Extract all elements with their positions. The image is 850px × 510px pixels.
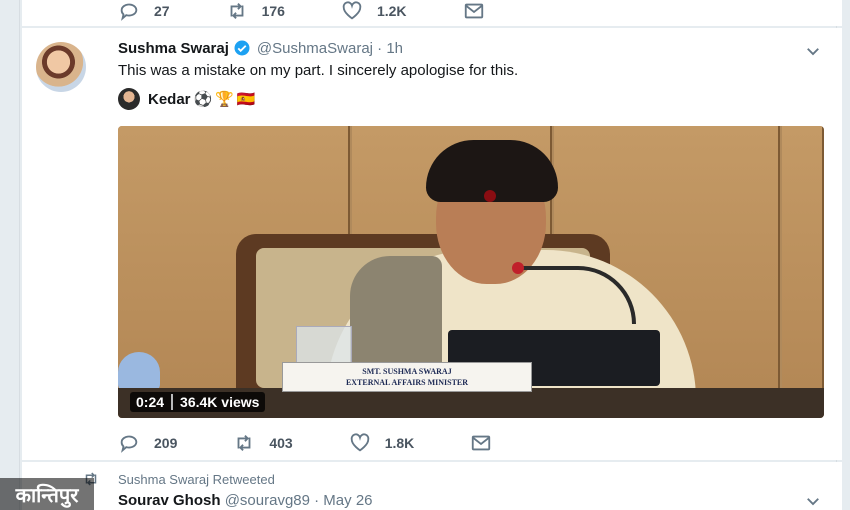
next-tweet-card[interactable]: Sushma Swaraj Retweeted Sourav Ghosh @so… [22,462,842,510]
previous-tweet-actions: 27 176 1.2K [118,0,555,22]
bindi [484,190,496,202]
reply-icon [120,3,138,21]
tweet-card[interactable]: Sushma Swaraj @SushmaSwaraj · 1h This wa… [22,28,842,460]
tweet-text: This was a mistake on my part. I sincere… [118,62,519,79]
author-name[interactable]: Sushma Swaraj [118,40,229,57]
water-bottle [118,352,160,392]
like-button[interactable]: 1.2K [341,0,407,22]
like-count: 1.2K [376,3,407,19]
mention-avatar [118,88,140,110]
retweeted-by: Sushma Swaraj Retweeted [82,470,275,488]
wall-panel [782,126,824,418]
verified-icon [234,40,250,56]
nameplate: SMT. SUSHMA SWARAJ EXTERNAL AFFAIRS MINI… [282,362,532,392]
video-stats-badge: 0:24 36.4K views [130,392,266,412]
author-handle-time[interactable]: @SushmaSwaraj · 1h [257,40,403,57]
message-button[interactable] [463,0,499,22]
message-icon [472,435,491,451]
avatar[interactable] [36,42,86,92]
reply-count: 209 [154,435,178,451]
left-frame [0,0,20,510]
reply-button[interactable]: 27 [118,0,170,22]
video-player[interactable]: SMT. SUSHMA SWARAJ EXTERNAL AFFAIRS MINI… [118,126,824,418]
nameplate-line2: EXTERNAL AFFAIRS MINISTER [345,378,469,387]
reply-icon [120,435,138,453]
speaker-sari [350,256,442,376]
nameplate-line1: SMT. SUSHMA SWARAJ [362,367,452,376]
retweet-count: 403 [269,435,293,451]
previous-tweet-card: 27 176 1.2K [22,0,842,26]
mention-name: Kedar [148,90,191,108]
next-tweet-header: Sourav Ghosh @souravg89 · May 26 [118,492,373,509]
mentioned-user[interactable]: Kedar ⚽ 🏆 🇪🇸 [118,88,256,110]
retweet-icon [237,435,251,451]
next-author-name[interactable]: Sourav Ghosh [118,492,221,509]
watermark: कान्तिपुर [0,478,94,510]
spain-flag-icon: 🇪🇸 [236,91,256,108]
like-icon [342,1,362,20]
retweeted-by-text[interactable]: Sushma Swaraj Retweeted [118,472,275,487]
video-views: 36.4K views [180,394,260,410]
retweet-icon [230,3,243,19]
message-icon [464,3,483,19]
next-author-handle-time[interactable]: @souravg89 · May 26 [225,492,373,509]
badge-separator [171,394,174,410]
message-button[interactable] [470,432,506,454]
retweet-count: 176 [261,3,285,19]
retweet-button[interactable]: 403 [233,432,293,454]
microphone-tip [512,262,524,274]
reply-button[interactable]: 209 [118,432,177,454]
tweet-header: Sushma Swaraj @SushmaSwaraj · 1h [118,39,403,57]
chevron-down-icon[interactable] [804,42,822,60]
like-button[interactable]: 1.8K [349,432,415,454]
tweet-actions: 209 403 1.8K [118,432,562,454]
like-count: 1.8K [384,435,415,451]
soccer-ball-icon: ⚽ [193,91,213,108]
reply-count: 27 [154,3,170,19]
chevron-down-icon[interactable] [804,492,822,510]
retweet-button[interactable]: 176 [226,0,285,22]
trophy-icon: 🏆 [215,91,234,108]
like-icon [350,433,370,452]
video-duration: 0:24 [136,394,165,410]
